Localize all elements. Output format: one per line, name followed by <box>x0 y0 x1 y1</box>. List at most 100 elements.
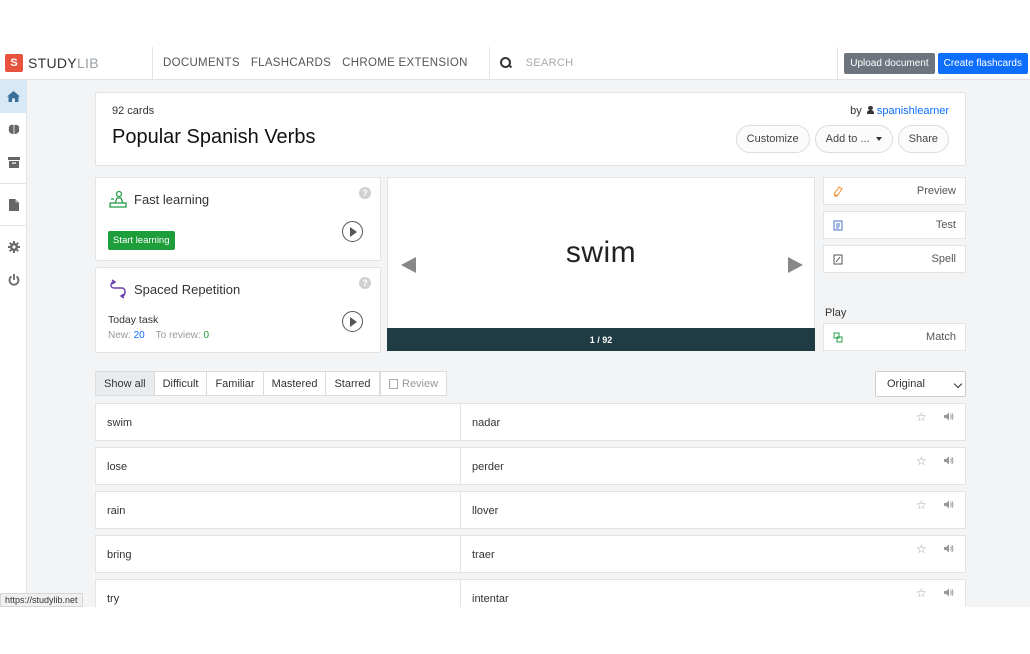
star-icon[interactable]: ☆ <box>916 542 927 556</box>
help-icon[interactable]: ? <box>359 187 371 199</box>
preview-label: Preview <box>916 185 956 197</box>
add-to-button[interactable]: Add to ... <box>814 125 893 153</box>
review-label: Review <box>402 377 439 390</box>
row-divider <box>460 404 461 440</box>
play-spaced-repetition-icon[interactable] <box>342 311 363 332</box>
sidebar-item-document[interactable] <box>0 188 27 221</box>
nav-flashcards[interactable]: FLASHCARDS <box>251 57 331 69</box>
tab-mastered[interactable]: Mastered <box>264 372 327 395</box>
card-term: swim <box>107 417 133 429</box>
next-card-icon[interactable] <box>788 257 803 273</box>
new-label: New: <box>108 330 131 341</box>
customize-button[interactable]: Customize <box>735 125 810 153</box>
nav-chrome-extension[interactable]: CHROME EXTENSION <box>342 57 468 69</box>
sidebar-item-archive[interactable] <box>0 146 27 179</box>
preview-icon <box>833 186 843 197</box>
task-counts: New: 20 To review: 0 <box>108 330 209 341</box>
tab-difficult[interactable]: Difficult <box>155 372 208 395</box>
nav-documents[interactable]: DOCUMENTS <box>163 57 240 69</box>
tab-familiar[interactable]: Familiar <box>207 372 264 395</box>
flashcard-term: swim <box>565 236 637 269</box>
table-row: bring traer ☆ <box>95 535 966 573</box>
order-select[interactable]: Original <box>875 371 966 397</box>
play-fast-learning-icon[interactable] <box>342 221 363 242</box>
page-title: Popular Spanish Verbs <box>112 126 316 148</box>
top-navbar: S STUDYLIB DOCUMENTS FLASHCARDS CHROME E… <box>0 47 1030 80</box>
share-button[interactable]: Share <box>897 125 949 153</box>
search-icon[interactable] <box>499 57 512 69</box>
speaker-icon[interactable] <box>944 500 954 509</box>
card-term: lose <box>107 461 128 473</box>
sidebar-item-logout[interactable] <box>0 263 27 296</box>
archive-icon <box>7 157 20 168</box>
table-row: try intentar ☆ <box>95 579 966 607</box>
star-icon[interactable]: ☆ <box>916 410 927 424</box>
set-header: 92 cards Popular Spanish Verbs by spanis… <box>95 92 966 166</box>
card-definition: traer <box>472 549 495 561</box>
status-url: https://studylib.net <box>0 593 83 607</box>
filter-tabs: Show all Difficult Familiar Mastered Sta… <box>95 371 380 396</box>
spaced-repetition-icon <box>110 279 126 299</box>
studylib-logo[interactable]: S STUDYLIB <box>0 47 153 80</box>
tab-show-all[interactable]: Show all <box>96 372 155 395</box>
document-icon <box>8 198 19 211</box>
brain-icon <box>8 124 19 134</box>
author-link[interactable]: spanishlearner <box>877 105 949 117</box>
fast-learning-title: Fast learning <box>134 192 210 207</box>
help-icon[interactable]: ? <box>359 277 371 289</box>
card-definition: perder <box>472 461 504 473</box>
sidebar-item-settings[interactable] <box>0 230 27 263</box>
upload-document-button[interactable]: Upload document <box>844 52 935 74</box>
match-label: Match <box>926 331 956 343</box>
card-definition: intentar <box>472 593 509 605</box>
add-to-label: Add to ... <box>825 133 870 145</box>
sidebar-item-home[interactable] <box>0 80 27 113</box>
search-bar <box>490 47 839 80</box>
table-row: swim nadar ☆ <box>95 403 966 441</box>
flashcard[interactable]: swim <box>387 177 815 350</box>
test-button[interactable]: Test <box>823 211 966 239</box>
test-icon <box>833 220 843 231</box>
chevron-down-icon <box>953 379 963 389</box>
nav-links: DOCUMENTS FLASHCARDS CHROME EXTENSION <box>153 47 490 80</box>
speaker-icon[interactable] <box>944 544 954 553</box>
card-definition: nadar <box>472 417 501 429</box>
match-button[interactable]: Match <box>823 323 966 351</box>
speaker-icon[interactable] <box>944 588 954 597</box>
card-count: 92 cards <box>112 105 155 117</box>
app-frame: S STUDYLIB DOCUMENTS FLASHCARDS CHROME E… <box>0 47 1030 607</box>
sidebar-item-brain[interactable] <box>0 113 27 146</box>
row-divider <box>460 448 461 484</box>
spaced-repetition-card: Spaced Repetition ? Today task New: 20 T… <box>95 267 381 353</box>
star-icon[interactable]: ☆ <box>916 498 927 512</box>
spell-button[interactable]: Spell <box>823 245 966 273</box>
star-icon[interactable]: ☆ <box>916 586 927 600</box>
card-term: bring <box>107 549 132 561</box>
speaker-icon[interactable] <box>944 412 954 421</box>
logo-text: STUDYLIB <box>28 55 99 71</box>
star-icon[interactable]: ☆ <box>916 454 927 468</box>
row-divider <box>460 492 461 528</box>
order-select-value: Original <box>887 378 925 390</box>
fast-learning-icon <box>109 190 127 208</box>
by-label: by <box>850 105 862 117</box>
preview-button[interactable]: Preview <box>823 177 966 205</box>
card-term: try <box>107 593 120 605</box>
sidebar-divider <box>0 225 26 226</box>
create-flashcards-button[interactable]: Create flashcards <box>937 52 1028 74</box>
search-input[interactable] <box>525 57 826 69</box>
power-icon <box>8 273 19 286</box>
review-button[interactable]: Review <box>380 371 448 396</box>
tab-starred[interactable]: Starred <box>326 372 378 395</box>
match-icon <box>833 332 843 343</box>
card-progress: 1 / 92 <box>387 328 815 351</box>
home-icon <box>7 91 20 102</box>
speaker-icon[interactable] <box>944 456 954 465</box>
fast-learning-card: Fast learning ? Start learning <box>95 177 381 261</box>
play-section-label: Play <box>825 307 847 319</box>
today-task-label: Today task <box>108 314 159 326</box>
review-icon <box>389 378 398 389</box>
start-learning-button[interactable]: Start learning <box>108 231 175 250</box>
user-icon <box>866 106 874 114</box>
gear-icon <box>7 240 20 253</box>
